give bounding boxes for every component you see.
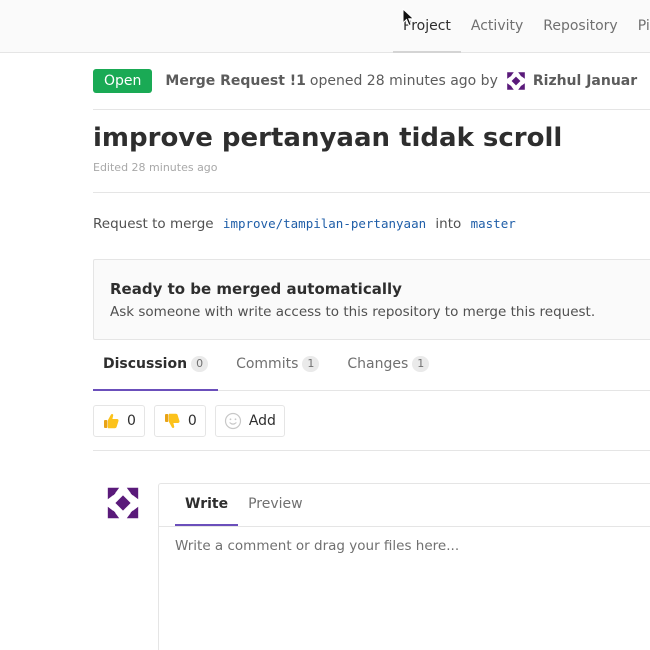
mr-opened-meta: opened 28 minutes ago by — [309, 73, 498, 89]
author-name[interactable]: Rizhul Januar — [533, 73, 637, 89]
tab-label: Commits — [236, 356, 299, 372]
thumbs-down-button[interactable]: 0 — [153, 405, 206, 437]
tab-discussion[interactable]: Discussion 0 — [93, 340, 219, 391]
tab-label: Discussion — [103, 356, 188, 372]
nav-item-pipelines[interactable]: Pipe — [628, 0, 650, 53]
merge-into-text: into — [435, 216, 462, 232]
page-title: improve pertanyaan tidak scroll — [93, 123, 563, 153]
tab-changes[interactable]: Changes 1 — [337, 340, 439, 391]
thumbs-down-count: 0 — [187, 413, 197, 429]
status-badge: Open — [93, 69, 153, 93]
merge-status-description: Ask someone with write access to this re… — [110, 304, 596, 320]
add-reaction-button[interactable]: Add — [214, 405, 285, 437]
project-nav: Project Activity Repository Pipe — [393, 0, 650, 53]
source-branch-link[interactable]: improve/tampilan-pertanyaan — [223, 216, 426, 231]
tab-count-badge: 0 — [191, 356, 209, 372]
tab-count-badge: 1 — [302, 356, 320, 372]
comment-textarea[interactable]: Write a comment or drag your files here.… — [159, 527, 650, 565]
merge-status-title: Ready to be merged automatically — [110, 280, 402, 298]
top-bar: Project Activity Repository Pipe — [0, 0, 650, 53]
merge-prefix: Request to merge — [93, 216, 214, 232]
edited-timestamp: Edited 28 minutes ago — [93, 161, 218, 174]
award-emoji-bar: 0 0 Add — [93, 405, 294, 437]
merge-branches-info: Request to merge improve/tampilan-pertan… — [93, 216, 521, 232]
tab-count-badge: 1 — [412, 356, 430, 372]
thumbs-up-count: 0 — [127, 413, 136, 429]
comment-tabs: Write Preview — [159, 484, 650, 527]
merge-status-widget: Ready to be merged automatically Ask som… — [93, 259, 650, 340]
target-branch-link[interactable]: master — [471, 216, 516, 231]
divider — [93, 192, 650, 193]
mouse-cursor-icon — [402, 8, 415, 27]
nav-item-repository[interactable]: Repository — [533, 0, 627, 53]
tab-write[interactable]: Write — [175, 484, 239, 526]
thumbs-up-icon — [104, 414, 119, 429]
nav-item-activity[interactable]: Activity — [461, 0, 533, 53]
thumbs-up-button[interactable]: 0 — [93, 405, 145, 437]
thumbs-down-icon — [164, 413, 180, 428]
divider — [93, 109, 650, 110]
author-avatar[interactable] — [504, 70, 527, 92]
mr-reference: Merge Request !1 — [165, 73, 306, 89]
tab-preview[interactable]: Preview — [238, 484, 313, 526]
mr-header: Open Merge Request !1 opened 28 minutes … — [93, 69, 650, 93]
avatar[interactable] — [104, 484, 142, 522]
tab-label: Changes — [347, 356, 409, 372]
add-reaction-label: Add — [248, 413, 276, 429]
mr-tabs: Discussion 0 Commits 1 Changes 1 — [93, 340, 650, 391]
divider — [93, 450, 650, 451]
tab-commits[interactable]: Commits 1 — [226, 340, 329, 391]
comment-form: Write Preview Write a comment or drag yo… — [158, 483, 650, 650]
smiley-icon — [224, 412, 241, 430]
